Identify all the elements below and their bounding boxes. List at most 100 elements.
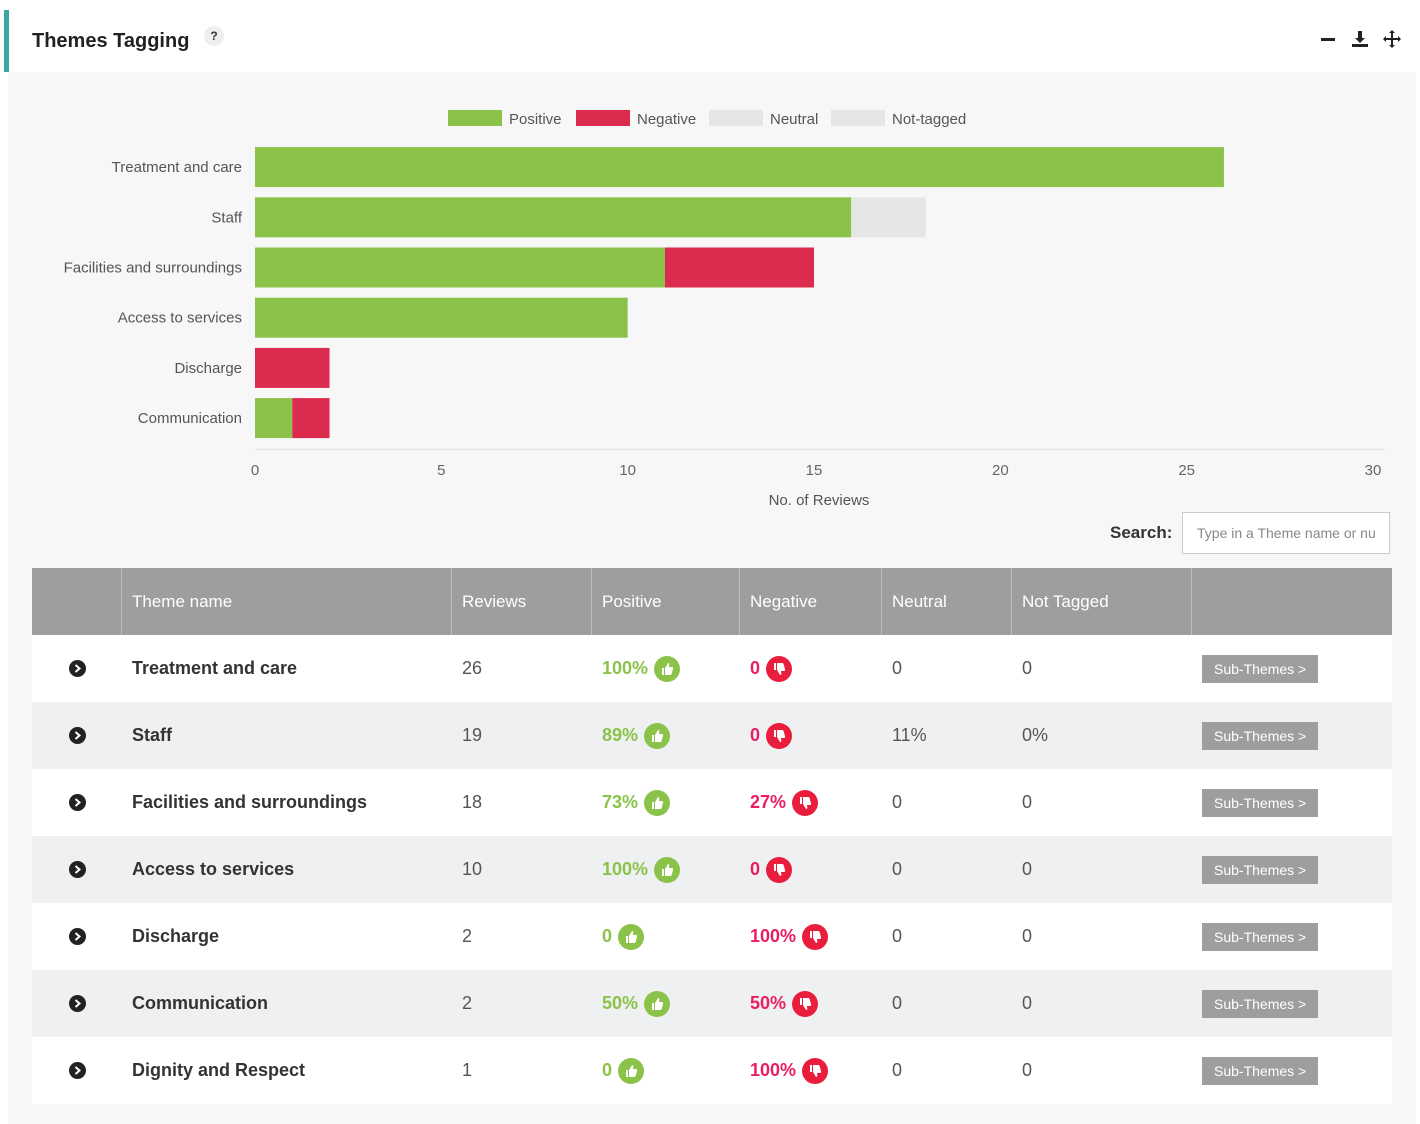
help-icon[interactable]: ? xyxy=(204,26,224,46)
category-label: Access to services xyxy=(118,310,242,327)
expand-chevron-icon[interactable] xyxy=(68,928,86,945)
positive-value: 0 xyxy=(602,926,613,946)
col-header-neutral[interactable]: Neutral xyxy=(882,568,1012,635)
neutral-value: 0 xyxy=(892,993,903,1013)
positive-cell: 100% xyxy=(592,836,740,903)
x-tick-label: 20 xyxy=(992,462,1009,479)
expand-chevron-icon[interactable] xyxy=(68,727,86,744)
positive-cell: 0 xyxy=(592,903,740,970)
not-tagged-value: 0 xyxy=(1022,926,1033,946)
positive-value: 100% xyxy=(602,658,649,678)
table-row: Facilities and surroundings 18 73% 27% 0 0 Sub… xyxy=(32,769,1392,836)
x-tick-label: 25 xyxy=(1178,462,1195,479)
legend-label: Negative xyxy=(637,111,696,128)
legend-swatch xyxy=(709,110,763,126)
sub-themes-button[interactable]: Sub-Themes > xyxy=(1202,989,1319,1018)
thumbs-up-icon xyxy=(654,655,681,682)
col-header-positive[interactable]: Positive xyxy=(592,568,740,635)
thumbs-up-icon xyxy=(644,722,671,749)
expand-chevron-icon[interactable] xyxy=(68,995,86,1012)
negative-cell: 0 xyxy=(740,635,882,702)
actions-cell: Sub-Themes > xyxy=(1192,635,1392,702)
theme-name: Dignity and Respect xyxy=(132,1060,306,1080)
expand-chevron-icon[interactable] xyxy=(68,660,86,677)
review-count: 2 xyxy=(462,926,473,946)
theme-name: Communication xyxy=(132,993,269,1013)
download-icon[interactable] xyxy=(1350,28,1370,50)
sub-themes-button[interactable]: Sub-Themes > xyxy=(1202,788,1319,817)
themes-chart: Positive Negative Neutral Not-tagged Treatme… xyxy=(8,72,1416,512)
expand-cell xyxy=(32,836,122,903)
negative-cell: 27% xyxy=(740,769,882,836)
positive-value: 0 xyxy=(602,1060,613,1080)
sub-themes-button[interactable]: Sub-Themes > xyxy=(1202,855,1319,884)
negative-value: 100% xyxy=(750,1060,797,1080)
negative-cell: 0 xyxy=(740,702,882,769)
negative-value: 100% xyxy=(750,926,797,946)
legend-swatch xyxy=(448,110,502,126)
thumbs-up-icon xyxy=(654,856,681,883)
positive-cell: 100% xyxy=(592,635,740,702)
bar-segment xyxy=(292,398,330,439)
bar-chart-svg: Positive Negative Neutral Not-tagged Treatme… xyxy=(64,110,1385,509)
negative-value: 0 xyxy=(750,725,761,745)
thumbs-up-icon xyxy=(618,1057,645,1084)
neutral-value: 0 xyxy=(892,1060,903,1080)
accent-bar xyxy=(4,10,9,72)
not-tagged-value: 0 xyxy=(1022,1060,1033,1080)
col-header-not-tagged[interactable]: Not Tagged xyxy=(1012,568,1192,635)
actions-cell: Sub-Themes > xyxy=(1192,702,1392,769)
negative-cell: 100% xyxy=(740,1037,882,1104)
minus-icon[interactable] xyxy=(1318,28,1338,50)
category-label: Staff xyxy=(211,209,242,226)
review-count: 2 xyxy=(462,993,473,1013)
sub-themes-button[interactable]: Sub-Themes > xyxy=(1202,1056,1319,1085)
x-axis-title: No. of Reviews xyxy=(769,492,870,509)
bar-segment xyxy=(255,147,1224,188)
table-body: Treatment and care 26 100% 0 0 0 Sub-Themes > S… xyxy=(32,635,1392,1104)
thumbs-down-icon xyxy=(802,1057,829,1084)
sub-themes-button[interactable]: Sub-Themes > xyxy=(1202,721,1319,750)
expand-cell xyxy=(32,635,122,702)
review-count: 10 xyxy=(462,859,483,879)
sub-themes-button[interactable]: Sub-Themes > xyxy=(1202,654,1319,683)
search-input[interactable] xyxy=(1182,512,1390,554)
x-tick-label: 10 xyxy=(619,462,636,479)
bar-segment xyxy=(255,197,852,238)
x-tick-label: 15 xyxy=(806,462,823,479)
legend-swatch xyxy=(576,110,630,126)
table-row: Staff 19 89% 0 11% 0% Sub-Themes > xyxy=(32,702,1392,769)
move-icon[interactable] xyxy=(1382,28,1402,50)
thumbs-down-icon xyxy=(792,990,819,1017)
thumbs-down-icon xyxy=(802,923,829,950)
expand-chevron-icon[interactable] xyxy=(68,861,86,878)
actions-cell: Sub-Themes > xyxy=(1192,769,1392,836)
table-row: Communication 2 50% 50% 0 0 Sub-Themes > xyxy=(32,970,1392,1037)
col-header-actions xyxy=(1192,568,1392,635)
bar-segment xyxy=(255,347,330,388)
review-count: 1 xyxy=(462,1060,473,1080)
bar-segment xyxy=(664,247,814,288)
expand-cell xyxy=(32,1037,122,1104)
thumbs-up-icon xyxy=(644,990,671,1017)
sub-themes-button[interactable]: Sub-Themes > xyxy=(1202,922,1319,951)
search-label: Search: xyxy=(1110,523,1173,542)
negative-value: 0 xyxy=(750,658,761,678)
col-header-theme-name[interactable]: Theme name xyxy=(122,568,452,635)
positive-value: 100% xyxy=(602,859,649,879)
themes-table: Theme name Reviews Positive Negative Neu… xyxy=(32,568,1392,1104)
panel-title: Themes Tagging xyxy=(32,30,190,52)
expand-cell xyxy=(32,769,122,836)
expand-chevron-icon[interactable] xyxy=(68,1062,86,1079)
bar-segment xyxy=(255,297,628,338)
category-label: Communication xyxy=(138,410,242,427)
bar-segment xyxy=(255,247,665,288)
expand-chevron-icon[interactable] xyxy=(68,794,86,811)
col-header-reviews[interactable]: Reviews xyxy=(452,568,592,635)
panel-header: Themes Tagging ? xyxy=(4,10,1416,72)
theme-name: Staff xyxy=(132,725,172,745)
category-label: Facilities and surroundings xyxy=(64,260,242,277)
not-tagged-value: 0 xyxy=(1022,859,1033,879)
not-tagged-value: 0 xyxy=(1022,658,1033,678)
col-header-negative[interactable]: Negative xyxy=(740,568,882,635)
